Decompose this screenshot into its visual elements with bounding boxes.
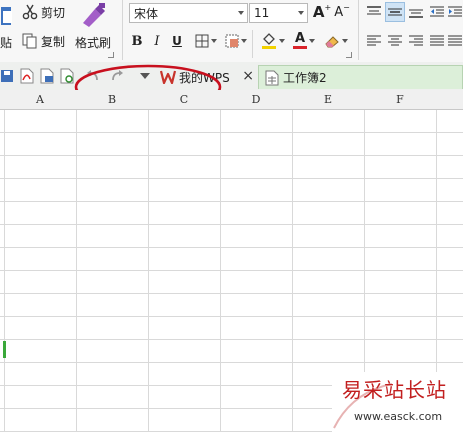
format-painter-button[interactable]: 格式刷	[74, 0, 114, 52]
indent-icon	[448, 6, 462, 17]
align-top-icon	[367, 6, 381, 15]
align-left-icon	[367, 35, 381, 46]
column-header-b[interactable]: B	[76, 93, 148, 106]
chevron-down-icon	[279, 39, 285, 43]
close-icon[interactable]: ×	[242, 68, 254, 84]
paste-label: 贴	[0, 36, 13, 50]
column-header-a[interactable]: A	[4, 93, 76, 106]
copy-button[interactable]: 复制	[22, 31, 70, 51]
scissors-icon	[22, 4, 38, 20]
tab-workbook[interactable]: 工作簿2	[258, 65, 463, 89]
decrease-font-button[interactable]: A −	[334, 2, 350, 22]
watermark-url: www.easck.com	[354, 410, 443, 423]
increase-indent-button[interactable]	[448, 2, 463, 22]
ribbon-divider	[122, 0, 123, 60]
underline-label: U	[172, 34, 182, 48]
cell-pattern-icon	[225, 34, 239, 48]
align-center-button[interactable]	[385, 31, 405, 51]
cut-label: 剪切	[41, 5, 66, 20]
align-center-icon	[388, 35, 402, 46]
align-bottom-button[interactable]	[406, 2, 426, 22]
align-top-button[interactable]	[364, 2, 384, 22]
copy-icon	[22, 33, 37, 49]
chevron-down-icon	[238, 11, 244, 15]
tab-workbook-label: 工作簿2	[283, 71, 327, 85]
print-icon	[40, 68, 54, 84]
chevron-down-icon	[241, 39, 247, 43]
fill-color-button[interactable]	[258, 30, 288, 52]
font-size-select[interactable]: 11	[249, 3, 308, 23]
column-header-f[interactable]: F	[364, 93, 436, 106]
border-grid-icon	[195, 34, 209, 48]
column-header-row: A B C D E F	[0, 90, 463, 110]
font-color-button[interactable]: A	[290, 30, 318, 52]
bold-button[interactable]: B	[129, 31, 145, 51]
export-pdf-button[interactable]	[18, 66, 36, 86]
print-button[interactable]	[38, 66, 56, 86]
column-header-d[interactable]: D	[220, 93, 292, 106]
align-left-button[interactable]	[364, 31, 384, 51]
watermark: 易采站长站 www.easck.com	[332, 372, 463, 432]
column-header-c[interactable]: C	[148, 93, 220, 106]
chevron-down-icon	[211, 39, 217, 43]
column-header-e[interactable]: E	[292, 93, 364, 106]
spreadsheet-doc-icon	[265, 70, 279, 85]
decrease-indent-button[interactable]	[428, 2, 446, 22]
format-painter-label: 格式刷	[75, 36, 112, 50]
pdf-icon	[20, 68, 34, 84]
ribbon: 贴 剪切 复制 格式刷 宋体 11 A + A − B I U A	[0, 0, 463, 63]
font-grow-icon: A	[312, 3, 325, 21]
chevron-down-icon	[298, 11, 304, 15]
eraser-icon	[325, 36, 339, 48]
clear-format-button[interactable]	[322, 30, 350, 52]
distributed-icon	[448, 35, 462, 46]
paste-icon	[1, 7, 12, 25]
justify-button[interactable]	[428, 31, 446, 51]
save-button[interactable]	[0, 66, 14, 86]
align-right-icon	[409, 35, 423, 46]
save-icon	[1, 70, 13, 82]
chevron-down-icon	[342, 39, 348, 43]
ribbon-divider	[252, 30, 253, 58]
chevron-down-icon	[309, 39, 315, 43]
watermark-title: 易采站长站	[342, 378, 447, 402]
bold-label: B	[131, 33, 143, 49]
borders-button[interactable]	[193, 31, 219, 51]
cell-fill-button[interactable]	[223, 31, 249, 51]
align-middle-button[interactable]	[385, 2, 405, 22]
italic-label: I	[154, 33, 160, 49]
distributed-align-button[interactable]	[448, 31, 463, 51]
align-right-button[interactable]	[406, 31, 426, 51]
font-color-letter: A	[295, 31, 306, 46]
paste-button[interactable]	[0, 0, 16, 30]
font-size-value: 11	[254, 6, 270, 20]
cut-button[interactable]: 剪切	[22, 2, 70, 22]
font-shrink-icon: A	[334, 4, 344, 20]
print-preview-icon	[60, 68, 74, 84]
ribbon-divider	[358, 0, 359, 60]
copy-label: 复制	[41, 34, 66, 49]
italic-button[interactable]: I	[149, 31, 165, 51]
increase-font-button[interactable]: A +	[313, 2, 331, 22]
outdent-icon	[430, 6, 444, 17]
clipboard-launcher-icon[interactable]	[108, 52, 114, 58]
paint-bucket-icon	[262, 33, 276, 49]
align-middle-icon	[388, 8, 402, 16]
font-launcher-icon[interactable]	[346, 52, 352, 58]
active-cell-indicator	[3, 341, 6, 358]
font-family-select[interactable]: 宋体	[129, 3, 248, 23]
align-bottom-icon	[409, 9, 423, 18]
underline-button[interactable]: U	[169, 31, 185, 51]
font-color-bar	[293, 46, 307, 49]
format-painter-icon	[83, 3, 105, 27]
justify-icon	[430, 35, 444, 46]
font-family-value: 宋体	[134, 6, 159, 21]
